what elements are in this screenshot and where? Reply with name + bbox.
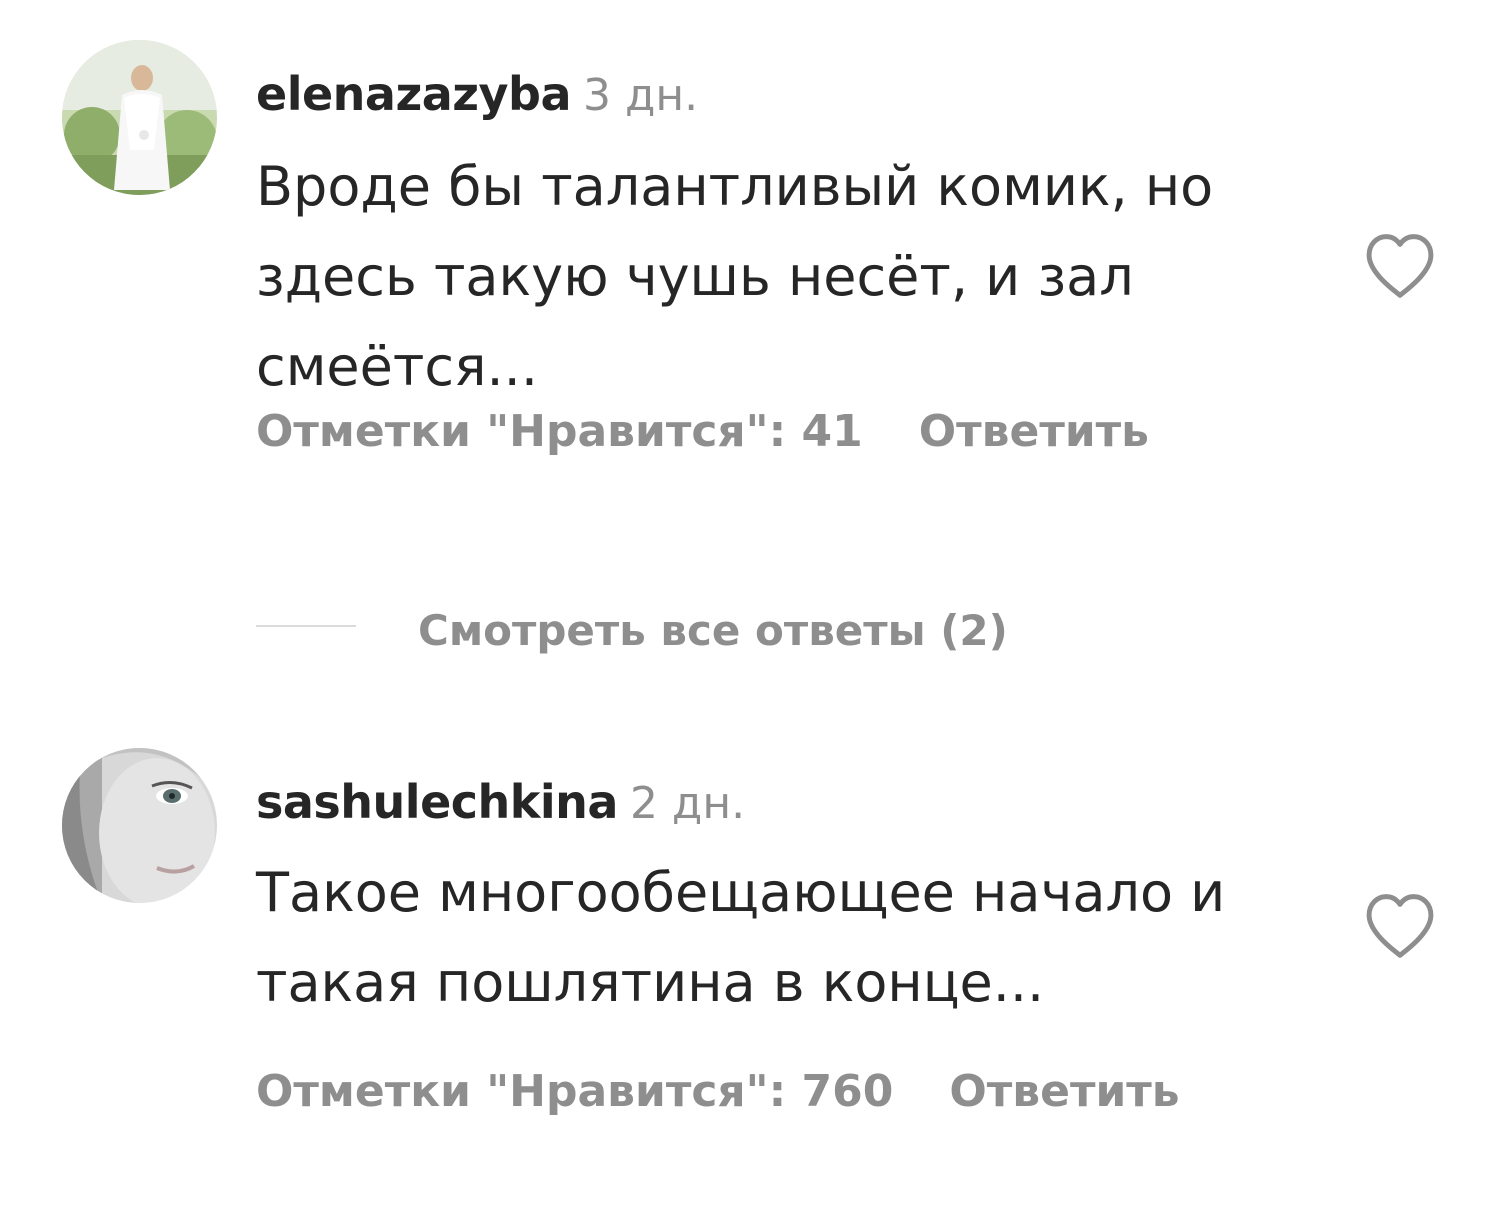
avatar[interactable] [62,40,217,195]
username[interactable]: elenazazyba [256,67,572,121]
comment-meta: Отметки "Нравится": 41 Ответить [256,402,1149,462]
view-replies-button[interactable]: Смотреть все ответы (2) [256,596,1008,666]
like-button[interactable] [1362,232,1438,300]
comment-header: elenazazyba 3 дн. [256,64,698,126]
heart-outline-icon [1366,894,1434,958]
comment-header: sashulechkina 2 дн. [256,772,745,834]
like-button[interactable] [1362,892,1438,960]
likes-count[interactable]: Отметки "Нравится": 760 [256,1066,893,1117]
comment-text: Такое многообещающее начало и такая пошл… [256,861,1226,1014]
avatar-photo [62,40,217,195]
username[interactable]: sashulechkina [256,775,618,829]
reply-button[interactable]: Ответить [949,1066,1179,1117]
comment-meta: Отметки "Нравится": 760 Ответить [256,1062,1180,1122]
reply-button[interactable]: Ответить [919,406,1149,457]
timestamp[interactable]: 2 дн. [630,778,745,829]
avatar[interactable] [62,748,217,903]
comment-text: Вроде бы талантливый комик, но здесь так… [256,155,1214,398]
avatar-photo [62,748,217,903]
likes-count[interactable]: Отметки "Нравится": 41 [256,406,863,457]
view-replies-label: Смотреть все ответы (2) [418,606,1008,655]
heart-outline-icon [1366,234,1434,298]
replies-divider-line [256,624,356,627]
timestamp[interactable]: 3 дн. [583,70,698,121]
